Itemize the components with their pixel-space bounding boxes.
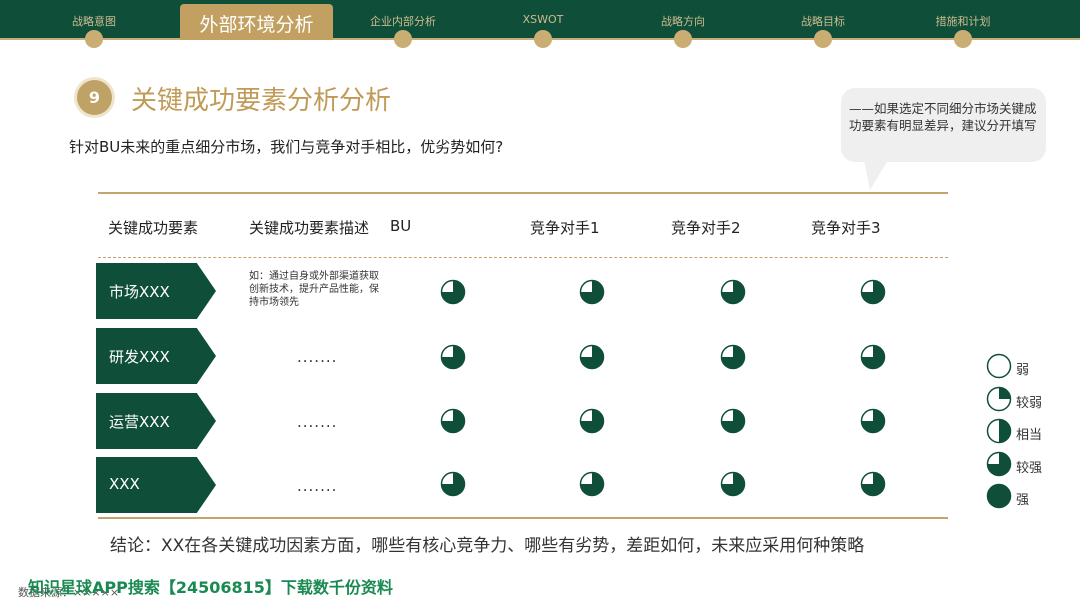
row-factor-tag: 运营XXX: [96, 393, 216, 449]
nav-item-label: 外部环境分析: [199, 14, 314, 36]
table-bottom-rule: [98, 517, 948, 519]
rating-harvey-ball-icon: [720, 344, 746, 370]
column-header-competitor-2: 竞争对手2: [671, 219, 741, 237]
callout-note: ——如果选定不同细分市场关键成功要素有明显差异，建议分开填写: [841, 88, 1046, 162]
legend-somewhat-strong-icon: [986, 451, 1012, 477]
legend-label-somewhat-weak: 较弱: [1016, 396, 1043, 411]
nav-marker-dot: [674, 30, 692, 48]
rating-harvey-ball-icon: [720, 279, 746, 305]
callout-tail: [864, 160, 888, 190]
legend-label-strong: 强: [1016, 493, 1030, 508]
rating-harvey-ball-icon: [440, 279, 466, 305]
nav-item-external-analysis-active[interactable]: 外部环境分析: [180, 4, 333, 40]
page-subtitle: 针对BU未来的重点细分市场，我们与竞争对手相比，优劣势如何?: [69, 138, 504, 156]
row-factor-tag: 研发XXX: [96, 328, 216, 384]
rating-harvey-ball-icon: [579, 471, 605, 497]
nav-item-label: XSWOT: [522, 13, 564, 26]
rating-harvey-ball-icon: [860, 471, 886, 497]
header-divider: [98, 257, 948, 258]
nav-item-label: 战略目标: [801, 15, 845, 28]
row-factor-label: 市场XXX: [109, 283, 170, 301]
nav-marker-dot: [85, 30, 103, 48]
table-top-rule: [98, 192, 948, 194]
legend-equal-icon: [986, 418, 1012, 444]
rating-harvey-ball-icon: [579, 408, 605, 434]
column-header-competitor-3: 竞争对手3: [811, 219, 881, 237]
rating-harvey-ball-icon: [860, 344, 886, 370]
legend-label-somewhat-strong: 较强: [1016, 461, 1043, 476]
row-factor-label: 运营XXX: [109, 413, 170, 431]
nav-marker-dot: [814, 30, 832, 48]
row-factor-label: 研发XXX: [109, 348, 170, 366]
rating-harvey-ball-icon: [860, 279, 886, 305]
column-header-factor: 关键成功要素: [108, 219, 199, 237]
nav-marker-dot: [954, 30, 972, 48]
row-description: .......: [297, 413, 338, 431]
rating-harvey-ball-icon: [440, 471, 466, 497]
column-header-competitor-1: 竞争对手1: [530, 219, 600, 237]
row-factor-tag: 市场XXX: [96, 263, 216, 319]
column-header-bu: BU: [390, 217, 412, 235]
legend-weak-icon: [986, 353, 1012, 379]
row-factor-tag: XXX: [96, 457, 216, 513]
row-description: 如：通过自身或外部渠道获取创新技术，提升产品性能，保持市场领先: [249, 271, 379, 308]
rating-harvey-ball-icon: [579, 279, 605, 305]
nav-marker-dot: [394, 30, 412, 48]
rating-harvey-ball-icon: [720, 408, 746, 434]
legend-label-weak: 弱: [1016, 363, 1030, 378]
nav-item-label: 战略方向: [661, 15, 705, 28]
nav-item-label: 企业内部分析: [370, 15, 436, 28]
rating-harvey-ball-icon: [860, 408, 886, 434]
nav-item-label: 措施和计划: [935, 15, 991, 28]
rating-harvey-ball-icon: [720, 471, 746, 497]
row-description: .......: [297, 477, 338, 495]
row-description: .......: [297, 348, 338, 366]
conclusion-text: 结论：XX在各关键成功因素方面，哪些有核心竞争力、哪些有劣势，差距如何，未来应采…: [110, 536, 865, 556]
nav-item-label: 战略意图: [72, 15, 116, 28]
legend-strong-icon: [986, 483, 1012, 509]
row-factor-label: XXX: [109, 475, 140, 493]
column-header-description: 关键成功要素描述: [249, 219, 370, 237]
page-title: 关键成功要素分析分析: [131, 86, 392, 116]
legend-somewhat-weak-icon: [986, 386, 1012, 412]
section-number-badge: 9: [77, 80, 112, 115]
rating-harvey-ball-icon: [440, 408, 466, 434]
watermark-text: 知识星球APP搜索【24506815】下载数千份资料: [28, 578, 393, 597]
rating-harvey-ball-icon: [440, 344, 466, 370]
legend-label-equal: 相当: [1016, 428, 1043, 443]
rating-harvey-ball-icon: [579, 344, 605, 370]
nav-marker-dot: [534, 30, 552, 48]
